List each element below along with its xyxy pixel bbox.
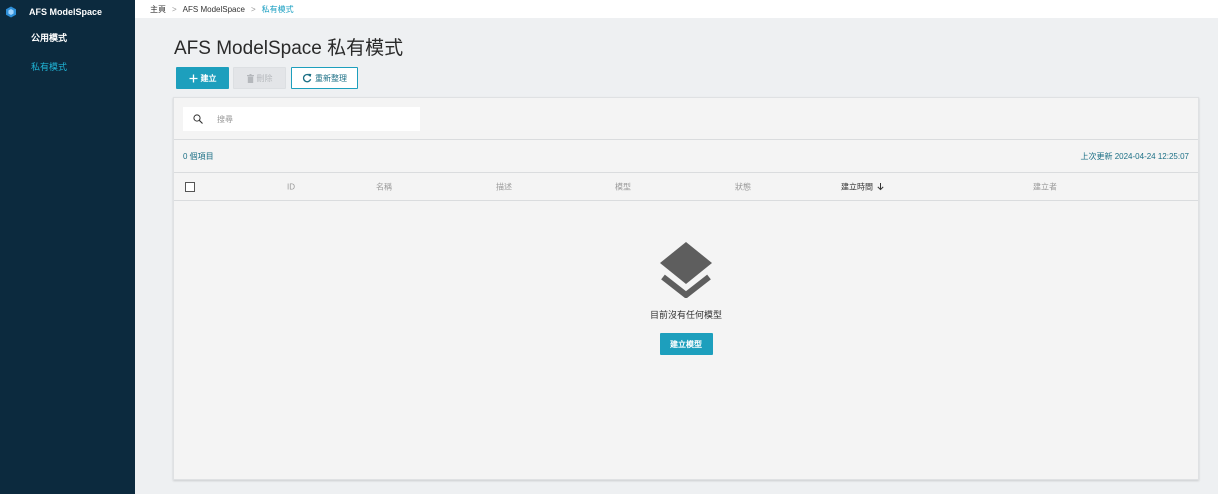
delete-button[interactable]: 刪除 — [233, 67, 286, 89]
search-box[interactable] — [183, 107, 420, 131]
layers-icon — [660, 242, 712, 298]
search-icon — [193, 114, 203, 124]
breadcrumb-modelspace[interactable]: AFS ModelSpace — [183, 5, 245, 14]
sidebar: AFS ModelSpace 公用模式 私有模式 — [0, 0, 135, 494]
refresh-button-label: 重新整理 — [315, 73, 347, 83]
models-panel: 0 個項目 上次更新 2024-04-24 12:25:07 ID 名稱 描述 … — [173, 97, 1199, 480]
breadcrumb: 主頁 > AFS ModelSpace > 私有模式 — [135, 0, 1218, 18]
page-title: AFS ModelSpace 私有模式 — [174, 38, 404, 59]
sidebar-item-private-models[interactable]: 私有模式 — [0, 53, 135, 82]
empty-state: 目前沒有任何模型 建立模型 — [174, 240, 1198, 355]
refresh-icon — [302, 73, 312, 83]
column-header-status[interactable]: 狀態 — [735, 181, 751, 192]
create-button-label: 建立 — [200, 73, 217, 83]
search-input[interactable] — [217, 114, 407, 124]
breadcrumb-current: 私有模式 — [261, 4, 294, 14]
empty-state-message: 目前沒有任何模型 — [649, 310, 722, 320]
last-updated: 上次更新 2024-04-24 12:25:07 — [1080, 151, 1189, 161]
sidebar-item-public-models[interactable]: 公用模式 — [0, 24, 135, 53]
breadcrumb-separator: > — [250, 4, 256, 14]
column-header-model[interactable]: 模型 — [615, 181, 631, 192]
hexagon-logo-icon — [6, 6, 16, 18]
breadcrumb-home[interactable]: 主頁 — [150, 4, 166, 15]
column-header-description[interactable]: 描述 — [496, 181, 512, 192]
refresh-button[interactable]: 重新整理 — [291, 67, 358, 89]
create-button[interactable]: 建立 — [176, 67, 229, 89]
plus-icon — [189, 74, 198, 83]
brand[interactable]: AFS ModelSpace — [0, 0, 135, 24]
breadcrumb-separator: > — [172, 4, 177, 14]
column-header-id[interactable]: ID — [287, 182, 295, 191]
list-info-row: 0 個項目 上次更新 2024-04-24 12:25:07 — [174, 140, 1198, 173]
toolbar: 建立 刪除 重新整理 — [176, 67, 358, 89]
column-header-created-time[interactable]: 建立時間 — [841, 181, 884, 192]
table-header: ID 名稱 描述 模型 狀態 建立時間 建立者 — [174, 173, 1198, 201]
arrow-down-icon — [877, 183, 884, 191]
column-header-creator[interactable]: 建立者 — [1033, 181, 1057, 192]
item-count: 0 個項目 — [183, 151, 214, 161]
column-header-name[interactable]: 名稱 — [376, 181, 392, 192]
delete-button-label: 刪除 — [256, 73, 273, 83]
brand-title: AFS ModelSpace — [29, 7, 103, 17]
trash-icon — [246, 73, 254, 83]
create-model-button[interactable]: 建立模型 — [659, 333, 713, 355]
column-header-created-time-label: 建立時間 — [841, 182, 873, 191]
search-row — [174, 98, 1198, 140]
select-all-checkbox[interactable] — [185, 181, 195, 192]
